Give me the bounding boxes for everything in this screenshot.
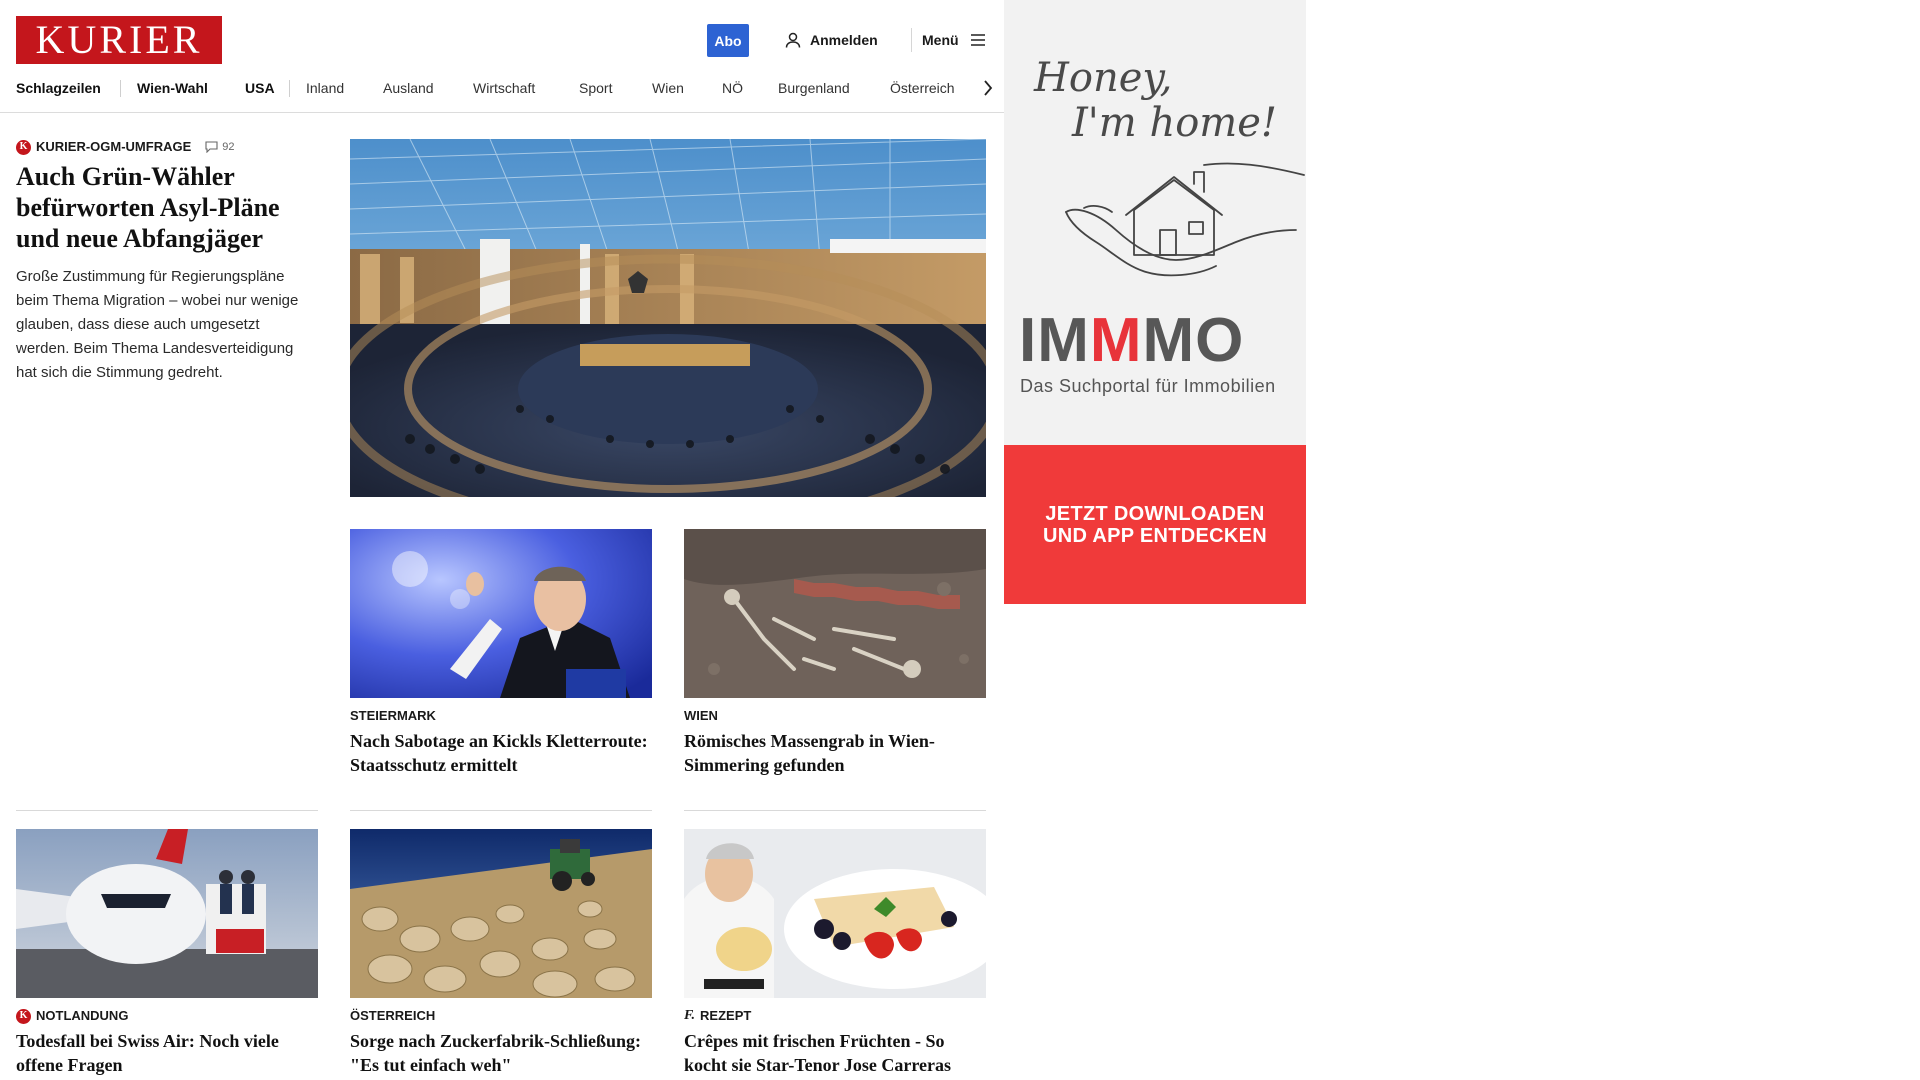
card-image-aircraft[interactable] <box>16 829 318 998</box>
ad-tagline: Das Suchportal für Immobilien <box>1020 376 1276 396</box>
lead-kicker: K KURIER-OGM-UMFRAGE <box>16 139 191 155</box>
immmo-logo-part-3: MO <box>1142 306 1245 375</box>
kurier-site: KURIER Abo Anmelden Menü Schlagzeilen Wi… <box>0 0 1004 1080</box>
excavation-photo <box>684 529 986 698</box>
nav-divider <box>289 80 290 97</box>
nav-item-sport[interactable]: Sport <box>579 78 612 98</box>
hero-image-parliament[interactable] <box>350 139 986 497</box>
kurier-logo[interactable]: KURIER <box>16 16 222 64</box>
card-headline[interactable]: Nach Sabotage an Kickls Kletterroute: St… <box>350 729 652 777</box>
article-card-notlandung[interactable]: K NOTLANDUNG Todesfall bei Swiss Air: No… <box>16 829 318 1077</box>
recipe-icon: f. <box>684 1008 696 1023</box>
lead-meta: K KURIER-OGM-UMFRAGE 92 <box>16 139 316 155</box>
aircraft-photo <box>16 829 318 998</box>
divider <box>350 810 652 811</box>
card-image-excavation[interactable] <box>684 529 986 698</box>
nav-item-wien[interactable]: Wien <box>652 78 684 98</box>
comment-icon <box>205 141 218 153</box>
card-headline[interactable]: Römisches Massengrab in Wien-Simmering g… <box>684 729 986 777</box>
chevron-right-icon[interactable] <box>980 78 996 98</box>
divider <box>16 810 318 811</box>
site-header: KURIER Abo Anmelden Menü Schlagzeilen Wi… <box>0 0 1004 113</box>
card-kicker: K NOTLANDUNG <box>16 1008 318 1024</box>
card-image-sugar-beets[interactable] <box>350 829 652 998</box>
article-card-wien[interactable]: WIEN Römisches Massengrab in Wien-Simmer… <box>684 529 986 777</box>
immmo-logo-part-1: IM <box>1019 306 1090 375</box>
section-nav: Schlagzeilen Wien-Wahl USA Inland Auslan… <box>16 78 996 98</box>
card-kicker: f. REZEPT <box>684 1008 986 1024</box>
nav-item-usa[interactable]: USA <box>245 78 275 98</box>
nav-item-noe[interactable]: NÖ <box>722 78 743 98</box>
lead-kicker-label: KURIER-OGM-UMFRAGE <box>36 139 192 154</box>
crepes-photo <box>684 829 986 998</box>
logo-text: KURIER <box>35 17 203 62</box>
card-kicker: ÖSTERREICH <box>350 1008 436 1023</box>
card-kicker-label: NOTLANDUNG <box>36 1008 129 1023</box>
nav-item-ausland[interactable]: Ausland <box>383 78 434 98</box>
immmo-logo-part-2: M <box>1089 306 1143 375</box>
nav-divider <box>120 80 121 97</box>
header-divider <box>911 28 912 52</box>
menu-label: Menü <box>922 32 959 48</box>
lead-headline[interactable]: Auch Grün-Wähler befürworten Asyl-Pläne … <box>16 161 316 254</box>
ad-cta-line-2: UND APP ENTDECKEN <box>1042 524 1268 547</box>
card-headline[interactable]: Todesfall bei Swiss Air: Noch viele offe… <box>16 1029 318 1077</box>
ad-download-button[interactable]: JETZT DOWNLOADEN UND APP ENTDECKEN <box>1004 445 1306 604</box>
kurier-plus-badge-icon: K <box>16 139 31 155</box>
kurier-plus-badge-icon: K <box>16 1008 31 1024</box>
nav-item-burgenland[interactable]: Burgenland <box>778 78 850 98</box>
divider <box>684 810 986 811</box>
nav-item-inland[interactable]: Inland <box>306 78 344 98</box>
article-card-oesterreich[interactable]: ÖSTERREICH Sorge nach Zuckerfabrik-Schli… <box>350 829 652 1077</box>
comment-count[interactable]: 92 <box>205 141 235 153</box>
house-in-hand-icon <box>1065 162 1305 277</box>
menu-button[interactable]: Menü <box>922 28 987 52</box>
ad-cta-line-1: JETZT DOWNLOADEN <box>1045 502 1265 525</box>
article-card-rezept[interactable]: f. REZEPT Crêpes mit frischen Früchten -… <box>684 829 986 1077</box>
card-image-politician[interactable] <box>350 529 652 698</box>
user-icon <box>785 32 801 48</box>
ad-script-line-2: I'm home! <box>1072 100 1277 146</box>
abo-button[interactable]: Abo <box>707 24 749 57</box>
politician-photo <box>350 529 652 698</box>
immmo-logo: IMMMO <box>1019 310 1244 372</box>
nav-item-oesterreich[interactable]: Österreich <box>890 78 955 98</box>
ad-script-line-1: Honey, <box>1034 55 1173 101</box>
nav-item-wirtschaft[interactable]: Wirtschaft <box>473 78 535 98</box>
card-headline[interactable]: Sorge nach Zuckerfabrik-Schließung: "Es … <box>350 1029 652 1077</box>
lead-teaser: Große Zustimmung für Regierungspläne bei… <box>16 268 299 381</box>
sugar-beets-photo <box>350 829 652 998</box>
article-card-steiermark[interactable]: STEIERMARK Nach Sabotage an Kickls Klett… <box>350 529 652 777</box>
hamburger-icon <box>970 34 985 46</box>
card-kicker: STEIERMARK <box>350 708 436 723</box>
immmo-advertisement[interactable]: Honey, I'm home! IMMMO Das Suchportal fü… <box>1004 0 1306 604</box>
ad-top-panel: Honey, I'm home! IMMMO Das Suchportal fü… <box>1004 0 1306 445</box>
nav-item-schlagzeilen[interactable]: Schlagzeilen <box>16 78 101 98</box>
comment-count-value: 92 <box>222 141 235 153</box>
card-image-crepes[interactable] <box>684 829 986 998</box>
login-button[interactable]: Anmelden <box>784 28 878 52</box>
parliament-photo <box>350 139 986 497</box>
login-label: Anmelden <box>810 32 878 48</box>
card-kicker-label: REZEPT <box>700 1008 752 1023</box>
card-kicker: WIEN <box>684 708 718 723</box>
nav-item-wien-wahl[interactable]: Wien-Wahl <box>137 78 208 98</box>
lead-article[interactable]: K KURIER-OGM-UMFRAGE 92 Auch Grün-Wähler… <box>16 139 316 385</box>
card-headline[interactable]: Crêpes mit frischen Früchten - So kocht … <box>684 1029 986 1077</box>
